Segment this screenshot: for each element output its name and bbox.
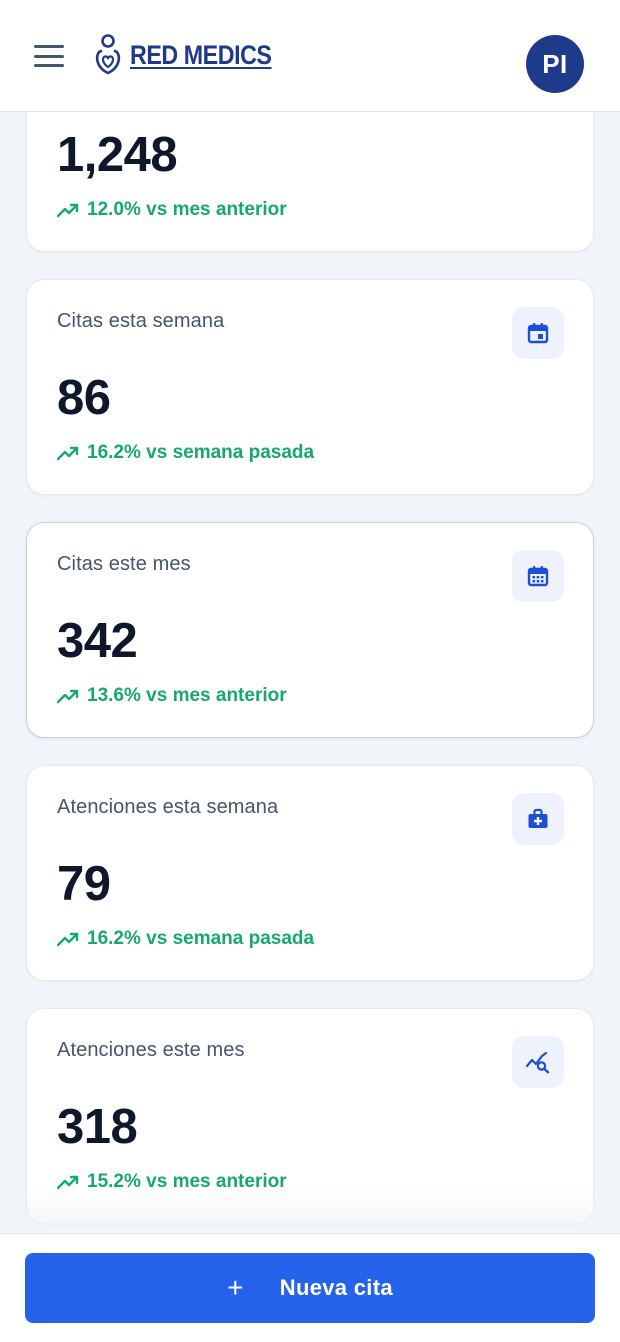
new-appointment-button[interactable]: + Nueva cita: [25, 1253, 595, 1323]
hamburger-menu-icon[interactable]: [34, 44, 64, 68]
stat-card-trend: 12.0% vs mes anterior: [57, 199, 287, 221]
top-bar: RED MEDICS PI: [0, 0, 620, 112]
medic-heart-logo-icon: [95, 34, 121, 75]
stat-card-trend-label: 13.6% vs mes anterior: [87, 685, 287, 706]
stat-card-trend: 16.2% vs semana pasada: [57, 928, 314, 950]
stat-card-value: 1,248: [57, 128, 178, 182]
bottom-action-bar: + Nueva cita: [0, 1233, 620, 1342]
stat-card-title: Atenciones este mes: [57, 1039, 245, 1061]
chart-search-icon: [512, 1036, 564, 1088]
stat-card-value: 86: [57, 371, 111, 425]
brand-logo-text: RED MEDICS: [130, 39, 272, 70]
calendar-month-icon: [512, 550, 564, 602]
calendar-day-icon: [512, 307, 564, 359]
stat-card-value: 342: [57, 614, 138, 668]
brand-logo[interactable]: RED MEDICS: [92, 32, 295, 78]
stat-card-trend: 16.2% vs semana pasada: [57, 442, 314, 464]
trending-up-icon: [57, 446, 79, 461]
stat-card-title: Citas esta semana: [57, 310, 225, 332]
stat-card-appointments-week[interactable]: Citas esta semana 86 16.2% vs semana pas…: [26, 279, 594, 495]
stat-card-value: 79: [57, 857, 111, 911]
new-appointment-label: Nueva cita: [279, 1275, 393, 1300]
plus-icon: +: [227, 1272, 244, 1303]
stat-card-trend: 13.6% vs mes anterior: [57, 685, 287, 707]
bottom-fade: [0, 1186, 620, 1234]
dashboard-page: 1,248 12.0% vs mes anterior Citas esta s…: [0, 0, 620, 1342]
stat-card-attentions-week[interactable]: Atenciones esta semana 79 16.2% vs seman…: [26, 765, 594, 981]
stat-card-trend-label: 16.2% vs semana pasada: [87, 442, 315, 463]
stat-card-trend-label: 16.2% vs semana pasada: [87, 928, 315, 949]
stat-card-title: Citas este mes: [57, 553, 191, 575]
stat-card-title: Atenciones esta semana: [57, 796, 279, 818]
trending-up-icon: [57, 203, 79, 218]
stat-card-value: 318: [57, 1100, 138, 1154]
user-avatar[interactable]: PI: [526, 35, 584, 93]
stat-card-trend-label: 12.0% vs mes anterior: [87, 199, 287, 220]
trending-up-icon: [57, 689, 79, 704]
medical-kit-icon: [512, 793, 564, 845]
stat-card-appointments-month[interactable]: Citas este mes 342 13.6% vs mes anterior: [26, 522, 594, 738]
trending-up-icon: [57, 932, 79, 947]
